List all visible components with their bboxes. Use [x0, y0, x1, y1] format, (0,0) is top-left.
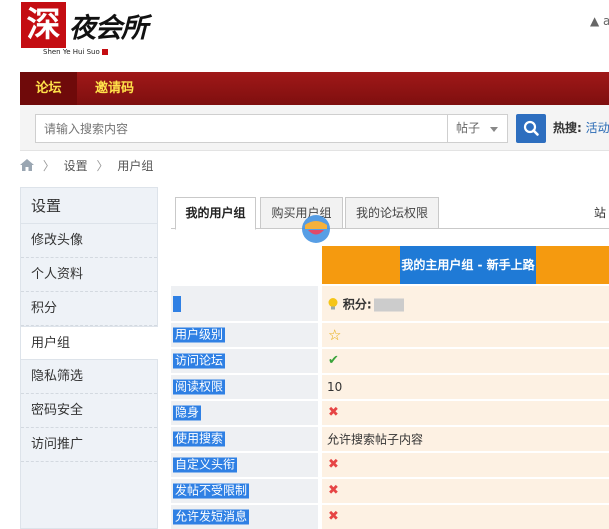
row-value-cell: ✖	[322, 505, 609, 529]
row-value-cell: 10	[322, 375, 609, 399]
logo-mark: 深	[21, 2, 66, 48]
table-row: 积分:	[171, 285, 609, 322]
usergroup-tabs: 我的用户组 购买用户组 我的论坛权限	[171, 197, 609, 230]
bulb-icon	[328, 298, 338, 310]
breadcrumb-settings[interactable]: 设置	[64, 159, 88, 173]
row-label-cell: 发帖不受限制	[171, 479, 318, 503]
table-row: 访问论坛 ✔	[171, 348, 609, 374]
chevron-down-icon	[490, 127, 498, 132]
permission-label: 访问论坛	[173, 353, 226, 369]
sidebar-item-profile[interactable]: 个人资料	[21, 258, 157, 292]
page: 深 夜会所 Shen Ye Hui Suo ▲ a 论坛 邀请码 帖子 热搜: …	[0, 0, 609, 529]
row-label-cell: 阅读权限	[171, 375, 318, 399]
tab-right-text: 站	[594, 206, 607, 220]
permission-label: 隐身	[173, 405, 202, 421]
logo-name: 夜会所	[69, 13, 148, 44]
sidebar-title: 设置	[21, 188, 157, 224]
table-row: 使用搜索 允许搜索帖子内容	[171, 426, 609, 452]
search-type-value: 帖子	[456, 121, 481, 135]
breadcrumb-usergroup: 用户组	[117, 159, 154, 173]
points-display: 积分:	[327, 295, 404, 312]
row-label-cell: 访问论坛	[171, 349, 318, 373]
tab-my-usergroup[interactable]: 我的用户组	[175, 197, 256, 230]
main-usergroup-header: 我的主用户组 - 新手上路	[322, 246, 609, 284]
row-value-cell: ✖	[322, 453, 609, 477]
sidebar-item-promotion[interactable]: 访问推广	[21, 428, 157, 462]
table-row: 允许发短消息 ✖	[171, 504, 609, 529]
table-row: 发帖不受限制 ✖	[171, 478, 609, 504]
sidebar-item-usergroup[interactable]: 用户组	[21, 326, 158, 360]
floating-ball-icon[interactable]	[301, 214, 331, 244]
site-header: 深 夜会所 Shen Ye Hui Suo ▲ a	[0, 0, 609, 72]
user-menu[interactable]: ▲ a	[590, 14, 609, 28]
search-button[interactable]	[516, 114, 546, 143]
row-label-cell: 允许发短消息	[171, 505, 318, 529]
logo-subtitle: Shen Ye Hui Suo	[43, 48, 108, 56]
permission-label: 阅读权限	[173, 379, 226, 395]
chevron-right-icon: 〉	[96, 159, 109, 173]
home-icon[interactable]	[20, 157, 34, 177]
permission-label: 发帖不受限制	[173, 483, 250, 499]
row-value-cell: ✖	[322, 401, 609, 425]
permission-label: 用户级别	[173, 327, 226, 343]
table-row: 用户级别 ☆	[171, 322, 609, 348]
points-label: 积分:	[342, 297, 372, 311]
sidebar-item-privacy[interactable]: 隐私筛选	[21, 360, 157, 394]
row-value-cell: ✔	[322, 349, 609, 373]
row-label-cell: 用户级别	[171, 323, 318, 347]
search-icon	[523, 120, 539, 136]
search-type-select[interactable]: 帖子	[448, 114, 508, 143]
permission-label: 自定义头衔	[173, 457, 238, 473]
nav-item-forum[interactable]: 论坛	[20, 72, 77, 105]
row-label-cell	[171, 286, 318, 321]
settings-sidebar: 设置 修改头像 个人资料 积分 用户组 隐私筛选 密码安全 访问推广	[20, 187, 158, 529]
permission-label: 使用搜索	[173, 431, 226, 447]
table-row: 阅读权限 10	[171, 374, 609, 400]
breadcrumb: 〉 设置 〉 用户组	[20, 156, 153, 176]
permission-label: 允许发短消息	[173, 509, 250, 525]
cross-icon: ✖	[328, 405, 339, 420]
hot-search-item[interactable]: 活动	[586, 121, 609, 135]
search-bar: 帖子 热搜: 活动	[20, 105, 609, 151]
main-nav: 论坛 邀请码	[20, 72, 609, 105]
site-logo[interactable]: 深 夜会所 Shen Ye Hui Suo	[21, 2, 148, 58]
row-label-cell: 自定义头衔	[171, 453, 318, 477]
permission-value: 允许搜索帖子内容	[327, 432, 424, 447]
points-value-redacted	[373, 298, 404, 311]
cross-icon: ✖	[328, 509, 339, 524]
sidebar-item-password[interactable]: 密码安全	[21, 394, 157, 428]
star-icon: ☆	[328, 326, 342, 344]
row-value-cell: ✖	[322, 479, 609, 503]
row-label-cell: 隐身	[171, 401, 318, 425]
table-row: 隐身 ✖	[171, 400, 609, 426]
row-label-highlight	[173, 295, 181, 312]
sidebar-item-points[interactable]: 积分	[21, 292, 157, 326]
permission-table: 积分: 用户级别 ☆ 访问论坛 ✔ 阅读权限 10 隐身 ✖ 使用搜索 允许搜索帖子内容自定义头衔…	[171, 285, 609, 529]
row-label-cell: 使用搜索	[171, 427, 318, 451]
table-row: 自定义头衔 ✖	[171, 452, 609, 478]
hot-search: 热搜: 活动	[553, 114, 609, 143]
search-input[interactable]	[35, 114, 448, 143]
main-usergroup-title: 我的主用户组 - 新手上路	[400, 246, 536, 284]
permission-value: 10	[327, 380, 343, 394]
sidebar-item-avatar[interactable]: 修改头像	[21, 224, 157, 258]
cross-icon: ✖	[328, 457, 339, 472]
cross-icon: ✖	[328, 483, 339, 498]
row-value-cell: 允许搜索帖子内容	[322, 427, 609, 451]
row-value-cell: ☆	[322, 323, 609, 347]
check-icon: ✔	[328, 353, 339, 368]
row-value-cell: 积分:	[322, 286, 609, 321]
tab-forum-permissions[interactable]: 我的论坛权限	[345, 197, 439, 229]
nav-item-invite-code[interactable]: 邀请码	[77, 72, 152, 105]
hot-search-label: 热搜:	[553, 121, 582, 135]
chevron-right-icon: 〉	[42, 159, 55, 173]
